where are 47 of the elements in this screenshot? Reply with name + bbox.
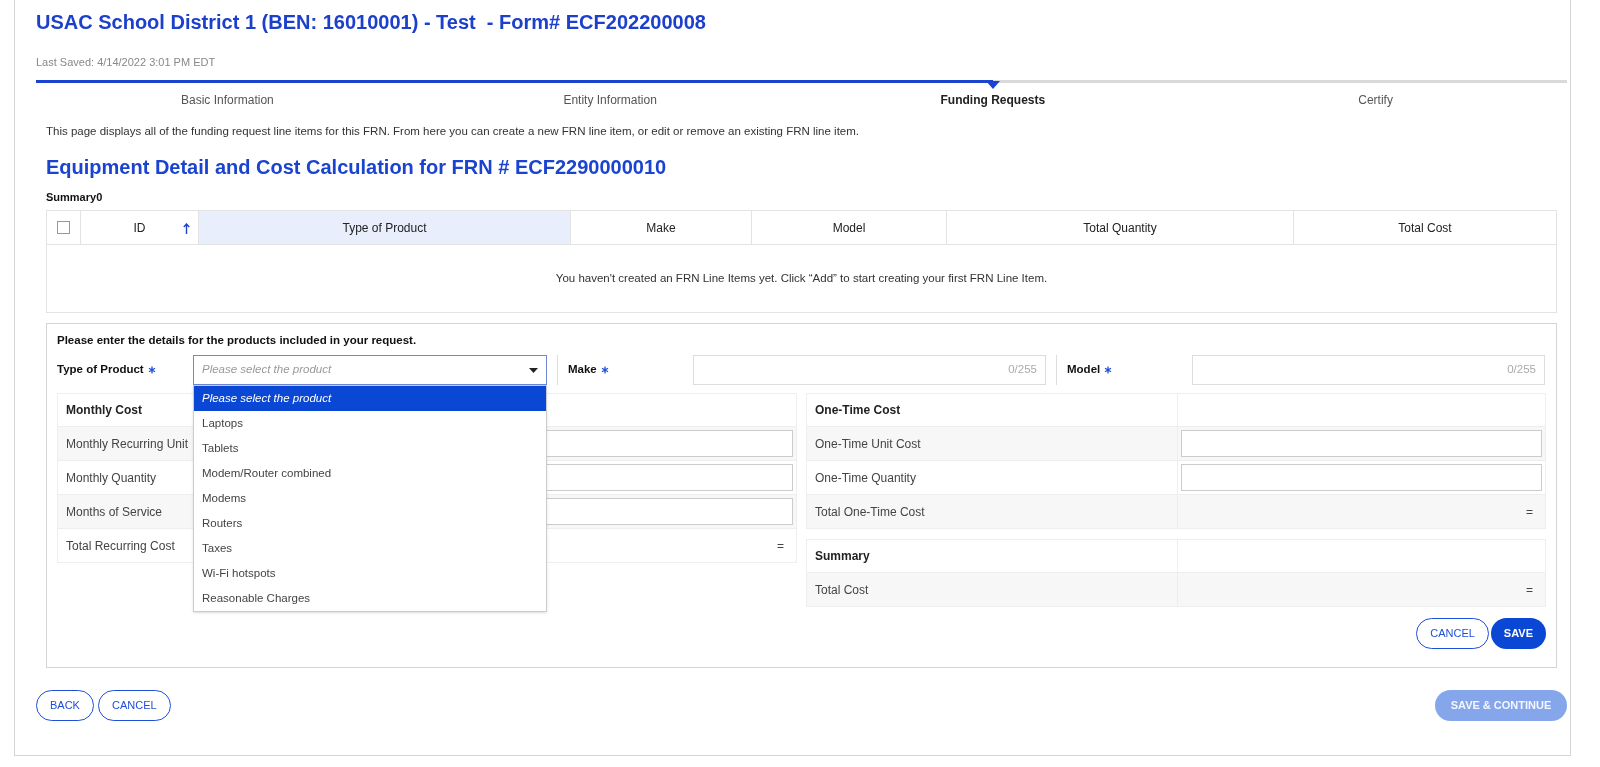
step-tab[interactable]: Certify — [1358, 91, 1393, 109]
last-saved-text: Last Saved: 4/14/2022 3:01 PM EDT — [36, 54, 216, 70]
dropdown-option[interactable]: Taxes — [194, 536, 546, 561]
outline-button[interactable]: CANCEL — [97, 690, 171, 721]
row-label: Monthly Recurring Unit — [66, 435, 189, 453]
page-title: USAC School District 1 (BEN: 16010001) - Test - Form# ECF202200008 — [36, 10, 706, 35]
row-label: Months of Service — [66, 503, 163, 521]
field-label: Type of Product — [57, 362, 144, 378]
outline-button[interactable]: CANCEL — [1416, 618, 1489, 649]
checkbox[interactable] — [57, 221, 70, 234]
section-title: One-Time Cost — [815, 402, 901, 419]
intro-text: This page displays all of the funding request line items for this FRN. From here you can create a new FRN line item, or edit or remove an existing FRN line item. — [46, 124, 859, 140]
dropdown-option[interactable]: Modem/Router combined — [194, 461, 546, 486]
input-field[interactable] — [1181, 464, 1542, 491]
section-heading: Equipment Detail and Cost Calculation for FRN # ECF2290000010 — [46, 155, 667, 180]
row-label: One-Time Quantity — [815, 469, 916, 487]
step-tab[interactable]: Entity Information — [563, 91, 657, 109]
sort-ascending-icon — [183, 223, 190, 234]
summary-label: Summary0 — [46, 189, 103, 205]
input-field[interactable] — [1181, 430, 1542, 457]
column-header[interactable]: Type of Product — [199, 211, 571, 244]
dropdown-option[interactable]: Modems — [194, 486, 546, 511]
step-tab[interactable]: Funding Requests — [940, 91, 1046, 109]
instructions-text: Please enter the details for the products included in your request. — [57, 332, 417, 348]
row-label: One-Time Unit Cost — [815, 435, 921, 453]
section-title: Summary — [815, 548, 870, 565]
row-label: Monthly Quantity — [66, 469, 157, 487]
dropdown-option[interactable]: Tablets — [194, 436, 546, 461]
dropdown-option[interactable]: Wi-Fi hotspots — [194, 561, 546, 586]
step-tab[interactable]: Basic Information — [181, 91, 274, 109]
dropdown-option[interactable]: Laptops — [194, 411, 546, 436]
dropdown-option[interactable]: Reasonable Charges — [194, 586, 546, 611]
field-label: Make — [568, 362, 597, 378]
total-value: = — [1526, 503, 1533, 521]
caret-icon — [529, 367, 538, 373]
field-label: Model — [1067, 362, 1101, 378]
row-label: Total Recurring Cost — [66, 537, 175, 555]
total-value: = — [777, 537, 784, 555]
outline-button[interactable]: BACK — [36, 690, 94, 721]
row-label: Total Cost — [815, 581, 869, 599]
total-value: = — [1526, 581, 1533, 599]
save-button[interactable]: SAVE — [1490, 618, 1546, 649]
dropdown-option[interactable]: Please select the product — [194, 386, 546, 411]
row-label: Total One-Time Cost — [815, 503, 925, 521]
section-title: Monthly Cost — [66, 402, 142, 419]
dropdown-option[interactable]: Routers — [194, 511, 546, 536]
empty-table-message: You haven't created an FRN Line Items yet. Click “Add” to start creating your first FRN Line Item. — [555, 270, 1048, 286]
